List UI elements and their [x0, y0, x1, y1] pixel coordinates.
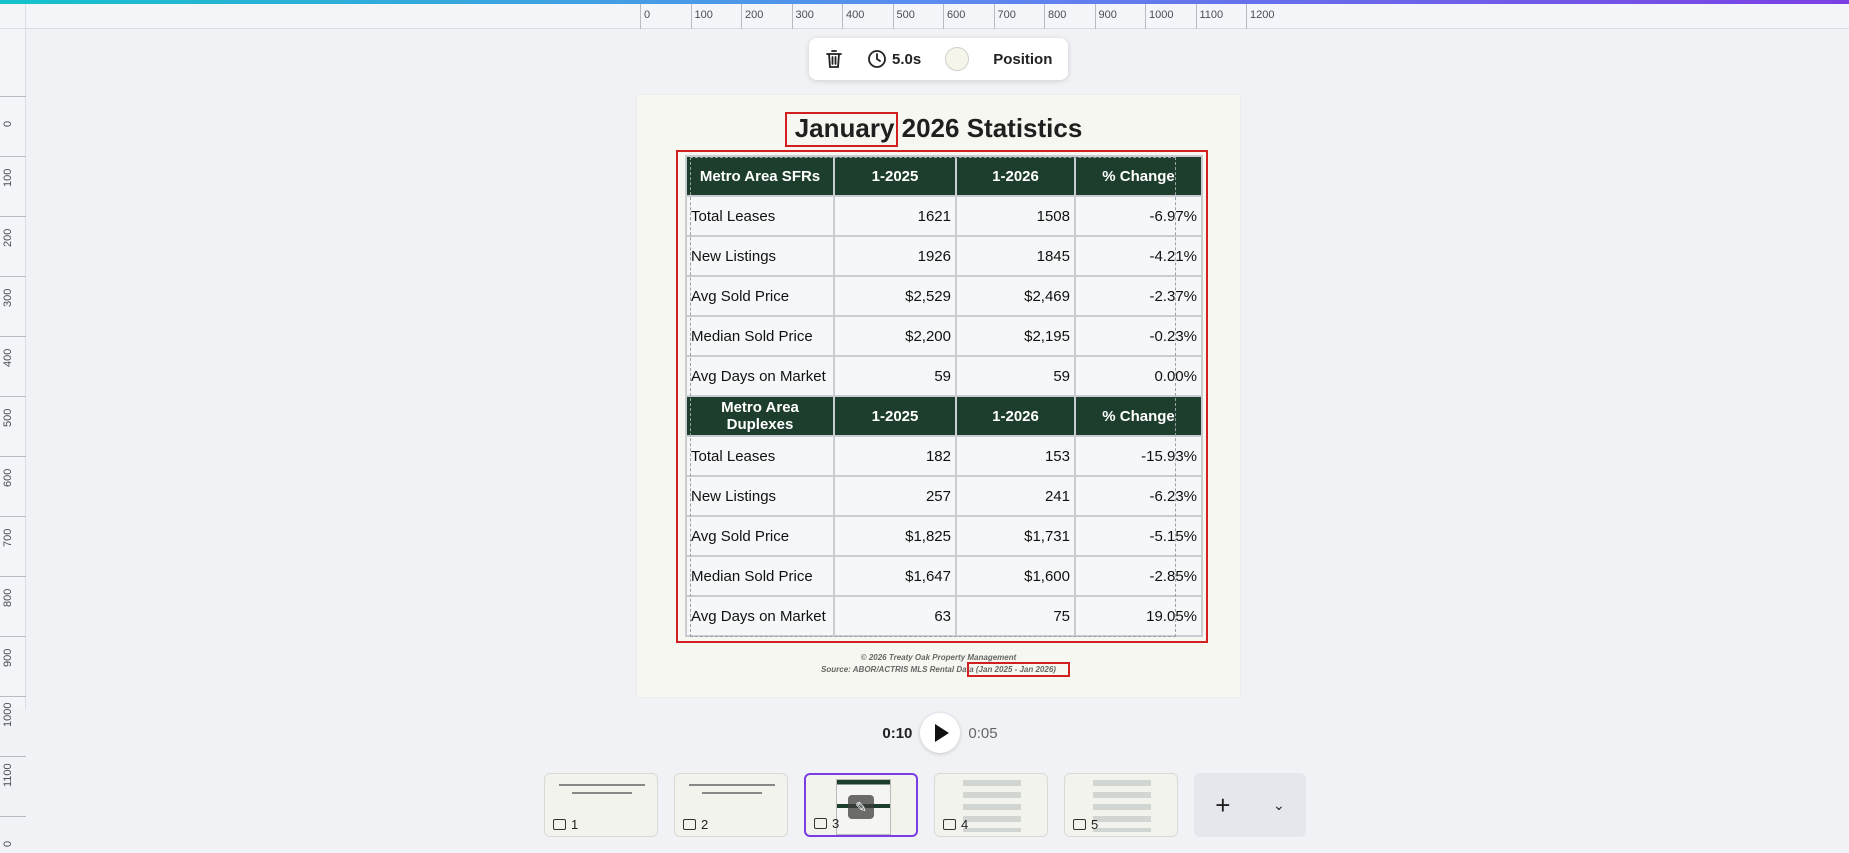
- thumbnail-preview: [963, 780, 1021, 832]
- ruler-corner: [0, 4, 26, 29]
- horizontal-ruler: 0 100 200 300 400 500 600 700 800 900 1000 1100 1200: [26, 4, 1849, 29]
- ruler-tick: 100: [690, 4, 713, 29]
- add-slide-button[interactable]: + ⌄: [1194, 773, 1306, 837]
- thumbnail-preview: [689, 784, 775, 786]
- trash-icon: [826, 50, 842, 68]
- ruler-tick: 900: [0, 636, 26, 696]
- thumbnail-label: 3: [814, 816, 839, 831]
- slide-thumbnails: 1 2 ✎ 3 4 5 + ⌄: [544, 773, 1306, 837]
- ruler-tick: 500: [0, 396, 26, 456]
- slide-thumbnail-3[interactable]: ✎ 3: [804, 773, 918, 837]
- thumbnail-preview: [559, 784, 645, 786]
- thumbnail-label: 2: [683, 817, 708, 832]
- slide-thumbnail-4[interactable]: 4: [934, 773, 1048, 837]
- slide-title[interactable]: January 2026 Statistics: [637, 113, 1240, 144]
- position-button[interactable]: Position: [987, 43, 1058, 75]
- footer-selection-box: [967, 662, 1070, 677]
- thumbnail-label: 1: [553, 817, 578, 832]
- delete-button[interactable]: [819, 43, 849, 75]
- slide-thumbnail-5[interactable]: 5: [1064, 773, 1178, 837]
- title-selection-box: [785, 112, 898, 147]
- play-button[interactable]: [920, 713, 961, 753]
- vertical-ruler: 0 100 200 300 400 500 600 700 800 900 1000 1100 0: [0, 29, 26, 847]
- ruler-tick: 1200: [1246, 4, 1274, 29]
- ruler-tick: 200: [0, 216, 26, 276]
- slide-thumbnail-2[interactable]: 2: [674, 773, 788, 837]
- playback-controls: 0:10 0:05: [860, 713, 1020, 753]
- ruler-tick: 300: [0, 276, 26, 336]
- play-icon: [935, 724, 950, 742]
- calendar-icon: [943, 819, 956, 830]
- table-selection-box: [676, 150, 1208, 643]
- slide-canvas[interactable]: January 2026 Statistics Metro Area SFRs 1…: [637, 95, 1240, 697]
- edit-pencil-icon[interactable]: ✎: [848, 795, 874, 819]
- ruler-tick: 0: [0, 816, 26, 853]
- clock-icon: [868, 50, 886, 68]
- color-swatch: [945, 47, 970, 71]
- duration-label: 5.0s: [892, 50, 922, 68]
- ruler-tick: 700: [993, 4, 1016, 29]
- ruler-tick: 800: [1044, 4, 1066, 29]
- ruler-tick: 200: [741, 4, 763, 29]
- presentation-icon: [683, 819, 696, 830]
- ruler-tick: 800: [0, 576, 26, 636]
- ruler-tick: 1000: [0, 696, 26, 756]
- thumbnail-preview: [1093, 780, 1151, 832]
- thumbnail-label: 5: [1073, 817, 1098, 832]
- ruler-tick: 300: [791, 4, 814, 29]
- ruler-tick: 500: [892, 4, 915, 29]
- ruler-tick: 400: [842, 4, 864, 29]
- footer-copyright[interactable]: © 2026 Treaty Oak Property Management: [637, 653, 1240, 662]
- thumbnail-preview: [702, 792, 762, 794]
- ruler-tick: 100: [0, 156, 26, 216]
- plus-icon: +: [1215, 789, 1231, 820]
- ruler-tick: 900: [1094, 4, 1117, 29]
- ruler-tick: 1000: [1145, 4, 1173, 29]
- footer-source[interactable]: Source: ABOR/ACTRIS MLS Rental Data (Jan…: [637, 665, 1240, 674]
- calendar-icon: [1073, 819, 1086, 830]
- background-color-button[interactable]: [939, 43, 975, 75]
- chevron-down-icon[interactable]: ⌄: [1273, 797, 1285, 814]
- presentation-icon: [553, 819, 566, 830]
- ruler-tick: 1100: [0, 756, 26, 816]
- element-toolbar: 5.0s Position: [809, 38, 1068, 80]
- ruler-tick: 400: [0, 336, 26, 396]
- thumbnail-preview: [572, 792, 632, 794]
- ruler-tick: 0: [640, 4, 650, 29]
- thumbnail-label: 4: [943, 817, 968, 832]
- ruler-tick: 1100: [1195, 4, 1223, 29]
- ruler-tick: 0: [0, 96, 26, 156]
- current-time: 0:10: [882, 724, 913, 742]
- ruler-tick: 700: [0, 516, 26, 576]
- duration-button[interactable]: 5.0s: [861, 43, 927, 75]
- ruler-tick: 600: [0, 456, 26, 516]
- slide-duration: 0:05: [968, 724, 998, 742]
- slide-thumbnail-1[interactable]: 1: [544, 773, 658, 837]
- play-slide-icon: [814, 818, 827, 829]
- ruler-tick: 600: [943, 4, 965, 29]
